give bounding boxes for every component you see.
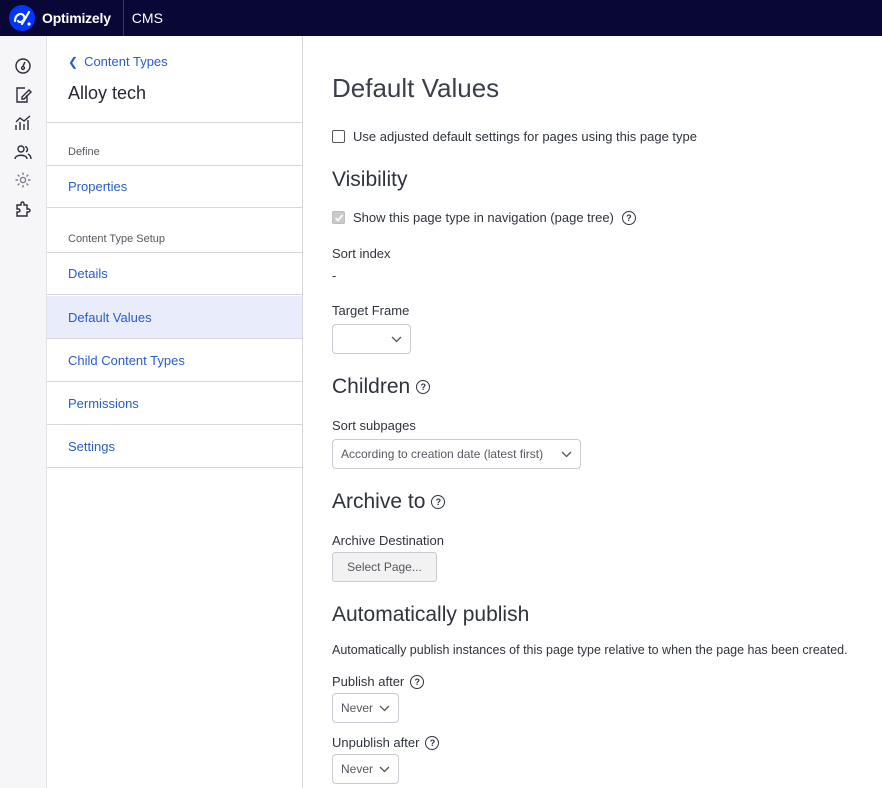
chevron-down-icon xyxy=(391,336,402,342)
children-heading-text: Children xyxy=(332,375,411,398)
help-icon[interactable]: ? xyxy=(416,380,431,394)
sidebar-item-settings[interactable]: Settings xyxy=(47,425,302,468)
settings-icon[interactable] xyxy=(13,170,33,190)
select-page-button[interactable]: Select Page... xyxy=(332,552,437,582)
show-in-nav-checkbox[interactable] xyxy=(332,211,345,224)
sidebar-item-properties[interactable]: Properties xyxy=(47,165,302,208)
sort-subpages-value: According to creation date (latest first… xyxy=(341,447,544,461)
archive-heading-text: Archive to xyxy=(332,490,426,513)
brand-name: Optimizely xyxy=(42,10,111,26)
reports-icon[interactable] xyxy=(13,113,33,133)
back-link-label: Content Types xyxy=(84,54,168,69)
publish-after-value: Never xyxy=(341,701,374,715)
product-name: CMS xyxy=(131,10,163,26)
target-frame-select[interactable] xyxy=(332,324,411,354)
children-heading: Children ? xyxy=(332,375,431,399)
addons-icon[interactable] xyxy=(13,199,33,219)
auto-publish-description: Automatically publish instances of this … xyxy=(332,643,848,657)
unpublish-after-label: Unpublish after xyxy=(332,735,420,750)
sort-subpages-label: Sort subpages xyxy=(332,418,416,433)
group-label-content-type-setup: Content Type Setup xyxy=(68,233,166,245)
group-label-define: Define xyxy=(68,146,100,158)
show-in-nav-label: Show this page type in navigation (page … xyxy=(353,210,614,225)
sidebar-item-permissions[interactable]: Permissions xyxy=(47,382,302,425)
visibility-heading: Visibility xyxy=(332,168,407,192)
visibility-heading-text: Visibility xyxy=(332,168,408,191)
divider xyxy=(47,122,302,123)
show-in-nav-row: Show this page type in navigation (page … xyxy=(332,210,636,225)
chevron-down-icon xyxy=(379,705,390,711)
chevron-down-icon xyxy=(379,766,390,772)
publish-after-label-row: Publish after ? xyxy=(332,674,425,689)
logo[interactable]: Optimizely xyxy=(0,0,124,36)
publish-after-label: Publish after xyxy=(332,674,405,689)
help-icon[interactable]: ? xyxy=(425,735,440,750)
sidebar-item-default-values[interactable]: Default Values xyxy=(47,296,302,339)
unpublish-after-value: Never xyxy=(341,762,374,776)
unpublish-after-label-row: Unpublish after ? xyxy=(332,735,440,750)
sidebar-item-child-content-types[interactable]: Child Content Types xyxy=(47,339,302,382)
sidebar: ❮ Content Types Alloy tech Define Proper… xyxy=(47,36,303,788)
archive-heading: Archive to ? xyxy=(332,490,446,514)
help-icon[interactable]: ? xyxy=(621,210,636,225)
chevron-down-icon xyxy=(561,451,572,457)
adjusted-defaults-checkbox[interactable] xyxy=(332,130,345,143)
adjusted-defaults-label: Use adjusted default settings for pages … xyxy=(353,129,697,144)
help-icon[interactable]: ? xyxy=(410,674,425,689)
chevron-left-icon: ❮ xyxy=(68,54,79,69)
optimizely-logo-icon xyxy=(9,5,35,31)
auto-publish-heading: Automatically publish xyxy=(332,603,529,627)
publish-after-select[interactable]: Never xyxy=(332,693,399,723)
users-icon[interactable] xyxy=(13,142,33,162)
sort-subpages-select[interactable]: According to creation date (latest first… xyxy=(332,439,581,469)
page-title: Default Values xyxy=(332,73,500,103)
checkmark-icon xyxy=(334,213,343,222)
target-frame-label: Target Frame xyxy=(332,303,410,318)
sidebar-title: Alloy tech xyxy=(68,83,147,103)
auto-publish-heading-text: Automatically publish xyxy=(332,603,530,626)
unpublish-after-select[interactable]: Never xyxy=(332,754,399,784)
sidebar-item-details[interactable]: Details xyxy=(47,252,302,295)
sort-index-label: Sort index xyxy=(332,246,391,261)
back-link[interactable]: ❮ Content Types xyxy=(68,54,168,69)
top-bar: Optimizely CMS xyxy=(0,0,882,36)
main-content: Default Values Use adjusted default sett… xyxy=(303,36,882,788)
help-icon[interactable]: ? xyxy=(431,495,446,509)
adjusted-defaults-row: Use adjusted default settings for pages … xyxy=(332,129,697,144)
edit-icon[interactable] xyxy=(13,85,33,105)
archive-destination-label: Archive Destination xyxy=(332,533,444,548)
icon-rail xyxy=(0,36,47,788)
dashboard-icon[interactable] xyxy=(13,56,33,76)
sort-index-value: - xyxy=(332,268,337,283)
